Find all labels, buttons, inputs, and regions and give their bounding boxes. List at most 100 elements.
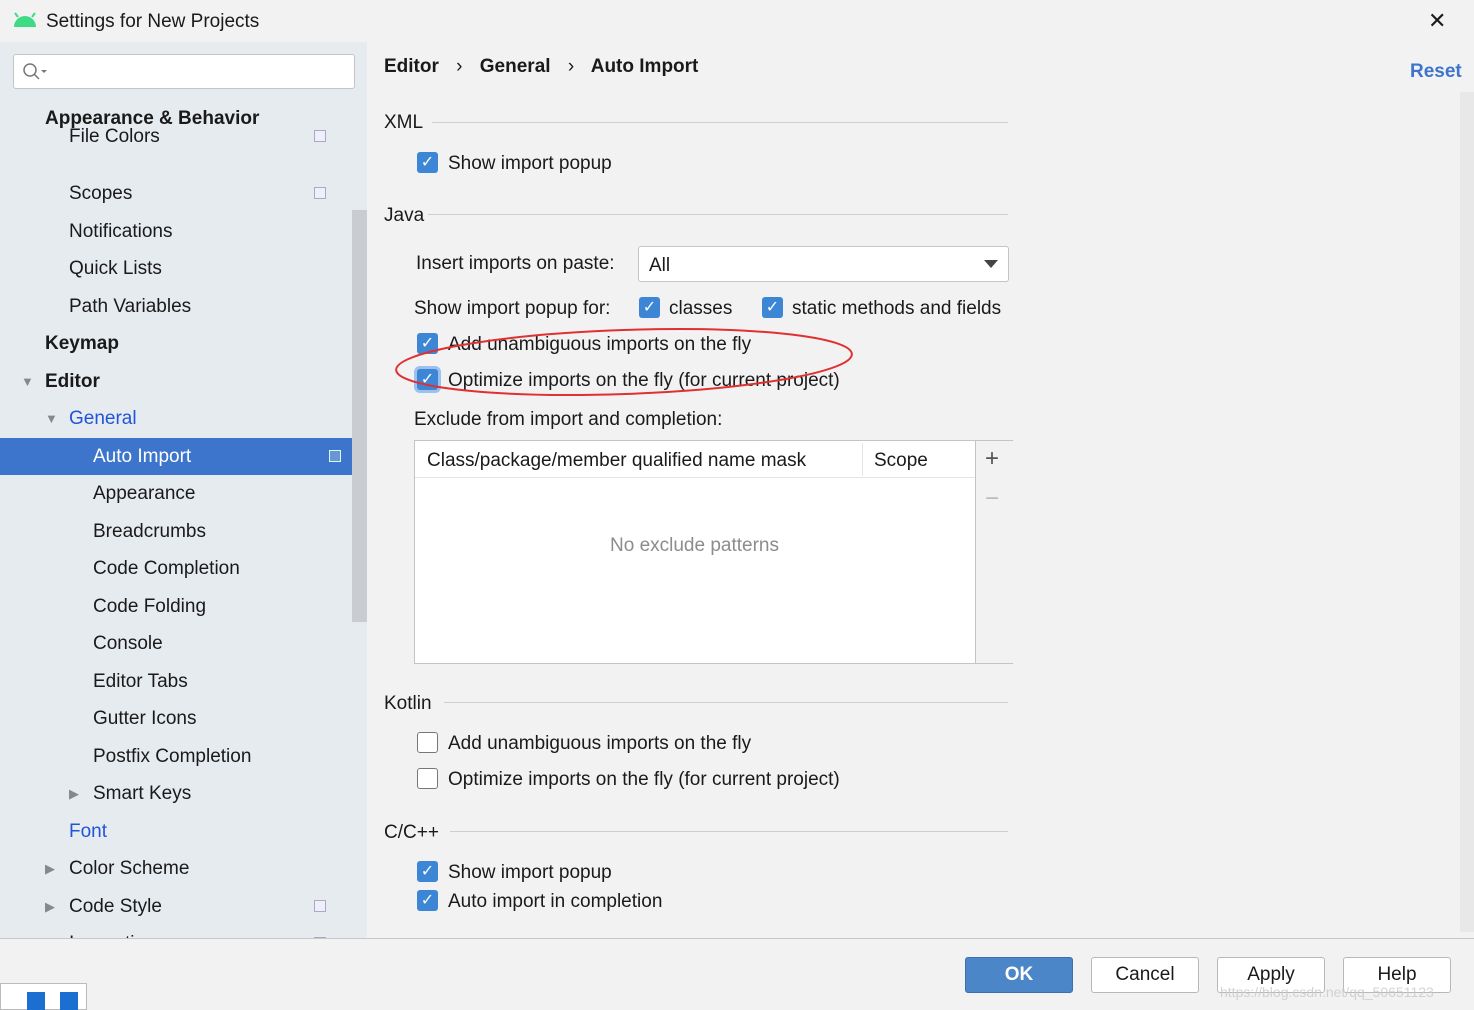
sidebar-scrollbar[interactable] <box>352 210 367 622</box>
title-bar: Settings for New Projects ✕ <box>0 0 1474 42</box>
chevron-down-icon <box>984 260 998 268</box>
sidebar-item-label: Postfix Completion <box>93 745 252 767</box>
breadcrumb-item: Auto Import <box>590 56 699 77</box>
sidebar-item[interactable]: Keymap <box>0 325 352 362</box>
collapse-arrow-icon[interactable]: ▶ <box>45 888 55 925</box>
sidebar-item[interactable]: Scopes <box>0 175 352 212</box>
sidebar-item[interactable]: Code Completion <box>0 550 352 587</box>
cpp-show-popup-label: Show import popup <box>448 862 612 883</box>
classes-label: classes <box>669 298 733 319</box>
section-kotlin: Kotlin <box>384 693 432 714</box>
sidebar-item[interactable]: Breadcrumbs <box>0 513 352 550</box>
sidebar-item-label: Inspections <box>69 925 165 938</box>
project-scope-icon <box>314 187 326 199</box>
sidebar-item-label: Code Style <box>69 895 162 917</box>
project-scope-icon <box>314 899 326 912</box>
sidebar-item[interactable]: Postfix Completion <box>0 738 352 775</box>
grid-icon[interactable] <box>60 992 78 1010</box>
insert-imports-dropdown[interactable]: All <box>638 246 1009 282</box>
exclude-label: Exclude from import and completion: <box>414 409 723 430</box>
sidebar-item-label: Editor <box>45 370 100 392</box>
sidebar-item[interactable]: Notifications <box>0 213 352 250</box>
sidebar-item-label: Notifications <box>69 220 173 242</box>
sidebar-item[interactable]: Inspections <box>0 925 352 938</box>
collapse-arrow-icon[interactable]: ▶ <box>69 775 79 812</box>
sidebar-item-label: Scopes <box>69 183 133 204</box>
sidebar-item[interactable]: ▶ Color Scheme <box>0 850 352 887</box>
sidebar-item[interactable]: Font <box>0 813 352 850</box>
sidebar-item-label: Gutter Icons <box>93 708 197 729</box>
search-input[interactable] <box>13 54 355 89</box>
section-java: Java <box>384 205 425 226</box>
cpp-auto-import-checkbox[interactable]: ✓ <box>417 890 438 911</box>
sidebar-item-label: Font <box>69 820 108 842</box>
kotlin-add-unambiguous-checkbox[interactable] <box>417 732 438 753</box>
reset-link[interactable]: Reset <box>1410 61 1462 83</box>
sidebar-item-label: Appearance <box>93 483 196 504</box>
sidebar-item[interactable]: File Colors <box>0 118 352 155</box>
exclude-table[interactable]: Class/package/member qualified name mask… <box>414 440 1013 664</box>
sidebar-item-label: Console <box>93 633 163 654</box>
kotlin-add-unambiguous-label: Add unambiguous imports on the fly <box>448 733 752 754</box>
sidebar-item[interactable]: ▶ Code Style <box>0 888 352 925</box>
xml-show-popup-checkbox[interactable]: ✓ <box>417 152 438 173</box>
sidebar-item[interactable]: ▶ Smart Keys <box>0 775 352 812</box>
sidebar-item[interactable]: Auto Import <box>0 437 367 475</box>
sidebar-item[interactable]: Path Variables <box>0 288 352 325</box>
sidebar-item-label: Editor Tabs <box>93 670 188 692</box>
sidebar-item-label: Code Completion <box>93 558 240 579</box>
section-cpp: C/C++ <box>384 822 439 843</box>
breadcrumb-item[interactable]: Editor <box>384 56 439 77</box>
watermark: https://blog.csdn.net/qq_50651123 <box>1220 984 1434 1000</box>
sidebar-item-label: Path Variables <box>69 295 192 317</box>
sidebar-item[interactable]: Appearance <box>0 475 352 512</box>
annotation-ellipse <box>395 328 853 396</box>
xml-show-popup-label: Show import popup <box>448 153 612 174</box>
empty-table-text: No exclude patterns <box>610 535 779 556</box>
breadcrumb: Editor › General › Auto Import <box>384 56 699 77</box>
ok-button[interactable]: OK <box>965 957 1073 993</box>
static-label: static methods and fields <box>792 298 1002 319</box>
section-xml: XML <box>384 112 424 133</box>
sidebar-item-label: Color Scheme <box>69 858 190 879</box>
sidebar-item-label: Auto Import <box>93 445 192 467</box>
sidebar-item-label: Smart Keys <box>93 783 192 804</box>
classes-checkbox[interactable]: ✓ <box>639 297 660 318</box>
kotlin-optimize-label: Optimize imports on the fly (for current… <box>448 769 840 790</box>
popup-for-label: Show import popup for: <box>414 298 611 319</box>
sidebar-item-label: Quick Lists <box>69 258 162 279</box>
add-icon[interactable]: + <box>985 445 999 473</box>
search-icon <box>23 63 47 80</box>
project-scope-icon <box>329 449 341 462</box>
column-header-mask[interactable]: Class/package/member qualified name mask <box>427 450 806 472</box>
remove-icon[interactable]: − <box>985 485 999 513</box>
dropdown-value: All <box>649 255 671 276</box>
expand-arrow-icon[interactable]: ▼ <box>21 363 34 400</box>
sidebar-item[interactable]: Code Folding <box>0 588 352 625</box>
project-scope-icon <box>314 130 326 142</box>
static-checkbox[interactable]: ✓ <box>762 297 783 318</box>
sidebar-item[interactable]: Gutter Icons <box>0 700 352 737</box>
sidebar-item-label: General <box>69 408 137 429</box>
cancel-button[interactable]: Cancel <box>1091 957 1199 993</box>
shirt-icon[interactable] <box>27 992 45 1010</box>
insert-imports-label: Insert imports on paste: <box>416 253 615 274</box>
cpp-show-popup-checkbox[interactable]: ✓ <box>417 861 438 882</box>
android-icon <box>14 12 36 27</box>
sidebar-item-label: Keymap <box>45 333 119 354</box>
column-header-scope[interactable]: Scope <box>874 450 928 472</box>
sidebar-item[interactable]: Editor Tabs <box>0 663 352 700</box>
sidebar-item[interactable]: Quick Lists <box>0 250 352 287</box>
sidebar-item[interactable]: ▼ General <box>0 400 352 437</box>
settings-tree: Appearance & Behavior File Colors Scopes No… <box>0 42 367 938</box>
collapse-arrow-icon[interactable]: ▶ <box>45 850 55 887</box>
sidebar-item[interactable]: Console <box>0 625 352 662</box>
kotlin-optimize-checkbox[interactable] <box>417 768 438 789</box>
content-scrollbar[interactable] <box>1460 92 1474 932</box>
expand-arrow-icon[interactable]: ▼ <box>45 400 58 437</box>
sidebar-item[interactable]: ▼ Editor <box>0 363 352 400</box>
breadcrumb-item[interactable]: General <box>480 56 551 77</box>
close-icon[interactable]: ✕ <box>1428 8 1446 34</box>
taskbar-icons <box>0 983 87 1010</box>
window-title: Settings for New Projects <box>46 11 260 32</box>
